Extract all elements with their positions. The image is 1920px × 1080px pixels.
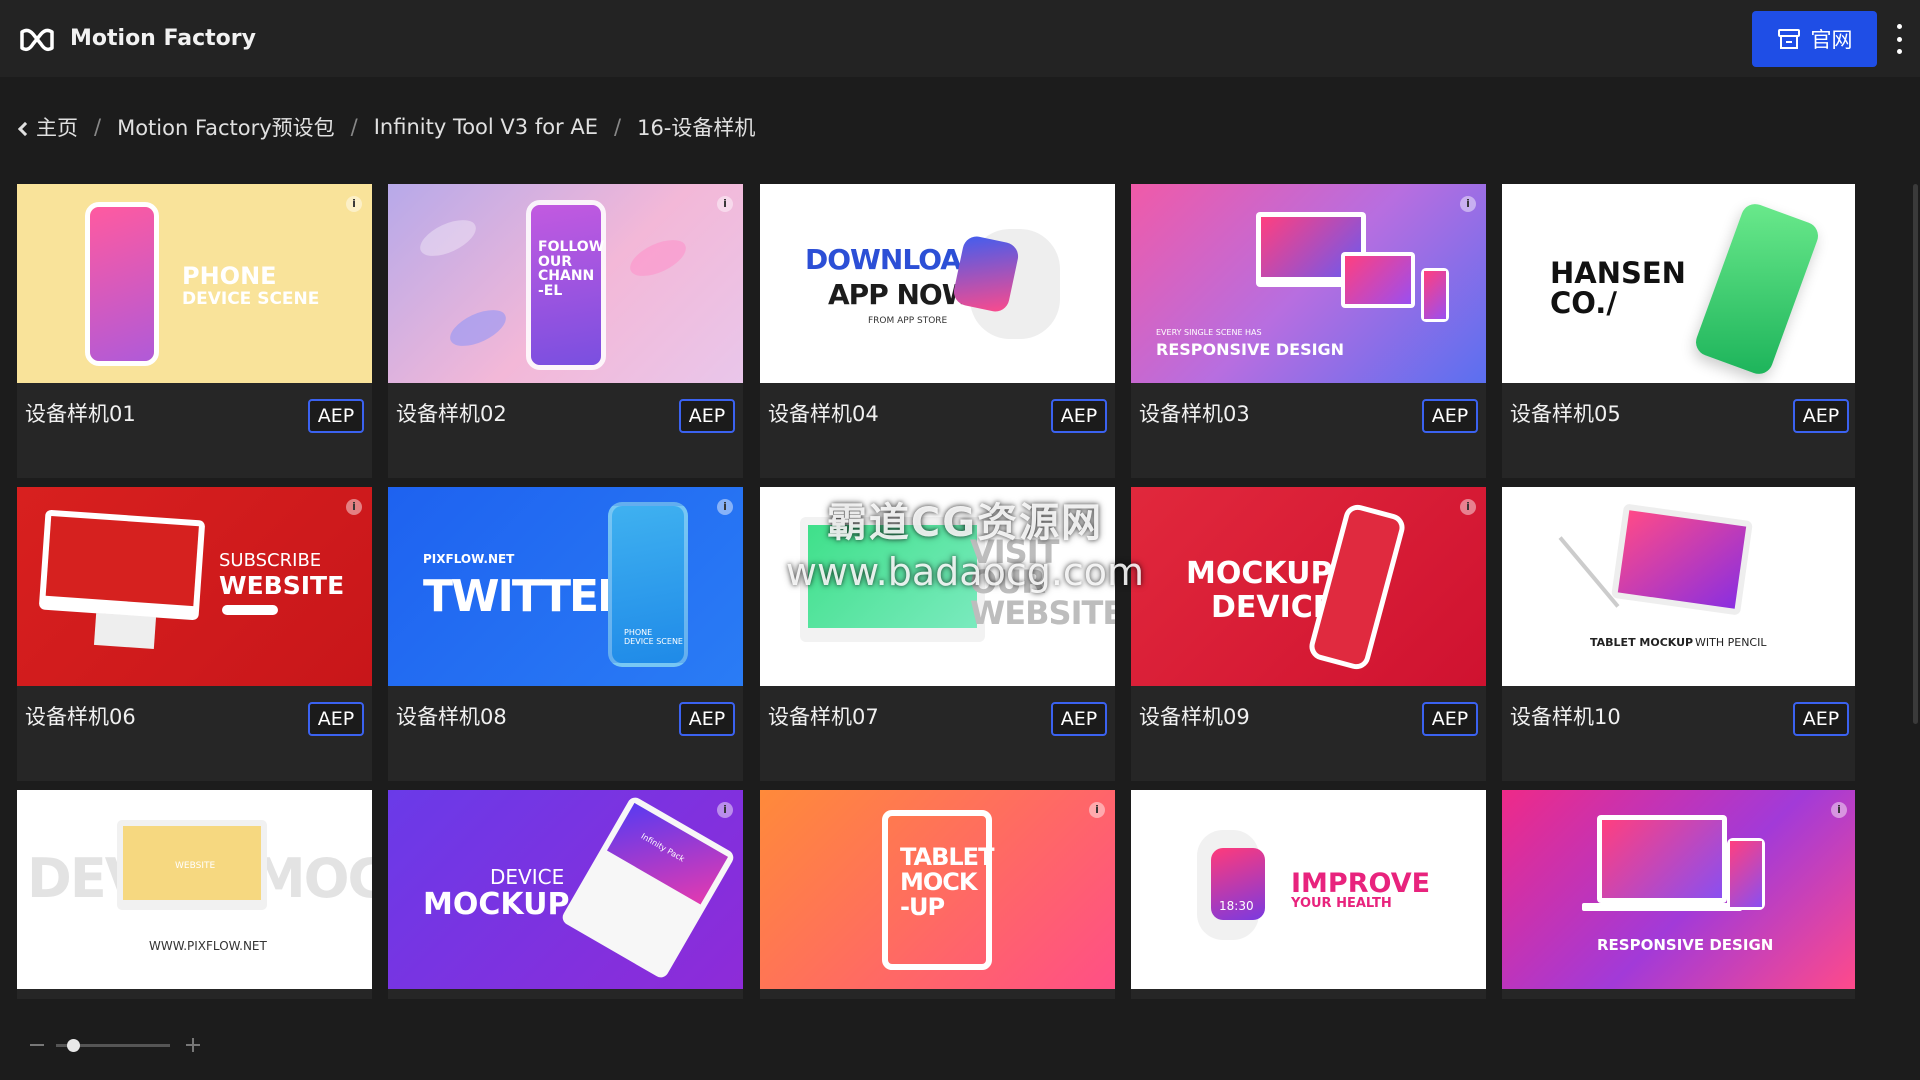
info-icon[interactable]: i bbox=[1089, 802, 1105, 818]
zoom-slider[interactable] bbox=[55, 1038, 171, 1052]
zoom-slider-handle[interactable] bbox=[67, 1038, 81, 1052]
asset-grid: PHONE DEVICE SCENE i 设备样机01 AEP FOLLOW O… bbox=[17, 184, 1855, 999]
thumbnail[interactable]: TABLET MOCKUP WITH PENCIL bbox=[1502, 487, 1855, 686]
aep-badge: AEP bbox=[1793, 399, 1849, 433]
asset-card[interactable]: EVERY SINGLE SCENE HAS RESPONSIVE DESIGN… bbox=[1131, 184, 1486, 478]
zoom-control bbox=[30, 1035, 200, 1055]
info-icon[interactable]: i bbox=[717, 499, 733, 515]
thumbnail[interactable]: SUBSCRIBE WEBSITE i bbox=[17, 487, 372, 686]
asset-card[interactable]: DEVICE MOCKUP WEBSITE WWW.PIXFLOW.NET bbox=[17, 790, 372, 999]
thumbnail[interactable]: DEVICE MOCKUP WEBSITE WWW.PIXFLOW.NET bbox=[17, 790, 372, 989]
breadcrumb-infinity-tool[interactable]: Infinity Tool V3 for AE bbox=[374, 115, 598, 139]
asset-card[interactable]: 18:30 IMPROVE YOUR HEALTH bbox=[1131, 790, 1486, 999]
breadcrumb-home[interactable]: 主页 bbox=[17, 112, 78, 142]
thumbnail[interactable]: PHONE DEVICE SCENE i bbox=[17, 184, 372, 383]
info-icon[interactable]: i bbox=[717, 196, 733, 212]
thumbnail[interactable]: HANSEN CO./ bbox=[1502, 184, 1855, 383]
thumbnail[interactable]: 18:30 IMPROVE YOUR HEALTH bbox=[1131, 790, 1486, 989]
card-title: 设备样机10 bbox=[1510, 705, 1621, 729]
card-title: 设备样机04 bbox=[768, 402, 879, 426]
aep-badge: AEP bbox=[308, 399, 364, 433]
laptop-graphic bbox=[559, 794, 737, 981]
card-title: 设备样机09 bbox=[1139, 705, 1250, 729]
store-icon bbox=[1777, 29, 1800, 49]
top-bar: Motion Factory 官网 bbox=[0, 0, 1920, 77]
card-title: 设备样机08 bbox=[396, 705, 507, 729]
asset-card[interactable]: HANSEN CO./ 设备样机05 AEP bbox=[1502, 184, 1855, 478]
breadcrumb-preset-pack[interactable]: Motion Factory预设包 bbox=[117, 112, 335, 142]
aep-badge: AEP bbox=[1051, 399, 1107, 433]
info-icon[interactable]: i bbox=[1460, 499, 1476, 515]
phone-graphic bbox=[1692, 200, 1822, 378]
aep-badge: AEP bbox=[1793, 702, 1849, 736]
thumbnail[interactable]: DEVICE MOCKUP Infinity Pack i bbox=[388, 790, 743, 989]
asset-card[interactable]: TABLET MOCK -UP i bbox=[760, 790, 1115, 999]
phone-graphic bbox=[85, 202, 159, 366]
app-title: Motion Factory bbox=[70, 26, 256, 51]
thumbnail[interactable]: EVERY SINGLE SCENE HAS RESPONSIVE DESIGN… bbox=[1131, 184, 1486, 383]
thumbnail[interactable]: TABLET MOCK -UP i bbox=[760, 790, 1115, 989]
asset-card[interactable]: TABLET MOCKUP WITH PENCIL 设备样机10 AEP bbox=[1502, 487, 1855, 781]
vertical-scrollbar[interactable] bbox=[1913, 184, 1918, 724]
official-site-button[interactable]: 官网 bbox=[1752, 11, 1877, 67]
tablet-graphic bbox=[1611, 503, 1753, 616]
info-icon[interactable]: i bbox=[717, 802, 733, 818]
breadcrumb-current: 16-设备样机 bbox=[637, 116, 756, 140]
info-icon[interactable]: i bbox=[346, 499, 362, 515]
asset-card[interactable]: PIXFLOW.NET TWITTER PHONE DEVICE SCENE i… bbox=[388, 487, 743, 781]
card-title: 设备样机02 bbox=[396, 402, 507, 426]
asset-card[interactable]: SUBSCRIBE WEBSITE i 设备样机06 AEP bbox=[17, 487, 372, 781]
card-title: 设备样机03 bbox=[1139, 402, 1250, 426]
aep-badge: AEP bbox=[679, 702, 735, 736]
aep-badge: AEP bbox=[1422, 702, 1478, 736]
asset-card[interactable]: DEVICE MOCKUP Infinity Pack i bbox=[388, 790, 743, 999]
monitor-graphic bbox=[38, 509, 206, 621]
app-logo[interactable]: Motion Factory bbox=[18, 26, 256, 52]
zoom-in-icon[interactable] bbox=[186, 1038, 200, 1052]
aep-badge: AEP bbox=[679, 399, 735, 433]
thumbnail[interactable]: DOWNLOAD APP NOW FROM APP STORE bbox=[760, 184, 1115, 383]
thumbnail[interactable]: VISIT OUR WEBSITE bbox=[760, 487, 1115, 686]
thumbnail[interactable]: RESPONSIVE DESIGN i bbox=[1502, 790, 1855, 989]
asset-card[interactable]: MOCKUP DEVICE i 设备样机09 AEP bbox=[1131, 487, 1486, 781]
thumbnail[interactable]: PIXFLOW.NET TWITTER PHONE DEVICE SCENE i bbox=[388, 487, 743, 686]
asset-card[interactable]: FOLLOW OUR CHANN -EL i 设备样机02 AEP bbox=[388, 184, 743, 478]
more-vertical-icon[interactable] bbox=[1892, 24, 1906, 54]
info-icon[interactable]: i bbox=[1460, 196, 1476, 212]
chevron-left-icon bbox=[17, 121, 33, 137]
asset-card[interactable]: DOWNLOAD APP NOW FROM APP STORE 设备样机04 A… bbox=[760, 184, 1115, 478]
motion-factory-logo-icon bbox=[20, 28, 54, 51]
aep-badge: AEP bbox=[1422, 399, 1478, 433]
card-title: 设备样机01 bbox=[25, 402, 136, 426]
info-icon[interactable]: i bbox=[1831, 802, 1847, 818]
card-title: 设备样机05 bbox=[1510, 402, 1621, 426]
laptop-graphic bbox=[1597, 815, 1727, 903]
official-site-label: 官网 bbox=[1810, 28, 1853, 52]
thumbnail[interactable]: FOLLOW OUR CHANN -EL i bbox=[388, 184, 743, 383]
asset-card[interactable]: RESPONSIVE DESIGN i bbox=[1502, 790, 1855, 999]
tablet-graphic bbox=[1341, 252, 1415, 308]
asset-card[interactable]: VISIT OUR WEBSITE 设备样机07 AEP bbox=[760, 487, 1115, 781]
asset-card[interactable]: PHONE DEVICE SCENE i 设备样机01 AEP bbox=[17, 184, 372, 478]
info-icon[interactable]: i bbox=[346, 196, 362, 212]
aep-badge: AEP bbox=[1051, 702, 1107, 736]
phone-graphic bbox=[1727, 838, 1765, 910]
breadcrumb: 主页 / Motion Factory预设包 / Infinity Tool V… bbox=[17, 110, 756, 144]
card-title: 设备样机06 bbox=[25, 705, 136, 729]
aep-badge: AEP bbox=[308, 702, 364, 736]
zoom-out-icon[interactable] bbox=[30, 1044, 44, 1046]
card-title: 设备样机07 bbox=[768, 705, 879, 729]
thumbnail[interactable]: MOCKUP DEVICE i bbox=[1131, 487, 1486, 686]
laptop-graphic bbox=[800, 517, 985, 642]
phone-graphic bbox=[1421, 268, 1449, 322]
